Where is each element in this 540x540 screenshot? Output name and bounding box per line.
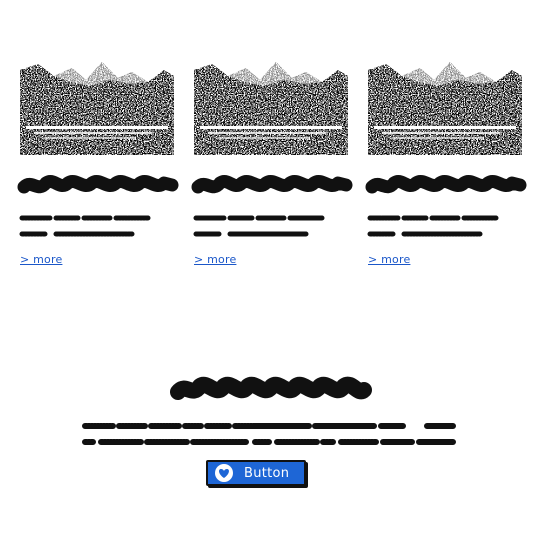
card-title-scribble — [191, 175, 353, 194]
card-title-scribble — [17, 175, 179, 194]
hero-text-scribble — [82, 423, 456, 429]
content-card: > more — [365, 58, 527, 267]
heart-icon — [214, 463, 234, 483]
primary-button[interactable]: Button — [206, 460, 306, 486]
card-thumbnail-image — [20, 58, 174, 155]
hero-title-scribble — [170, 376, 372, 400]
more-link[interactable]: > more — [194, 253, 236, 266]
button-label: Button — [244, 465, 290, 481]
card-text-scribble — [19, 231, 135, 237]
card-thumbnail-image — [368, 58, 522, 155]
card-text-scribble — [193, 231, 309, 237]
card-text-scribble — [193, 215, 325, 221]
hero-text-scribble — [82, 439, 456, 445]
content-card: > more — [17, 58, 179, 267]
card-text-scribble — [367, 231, 483, 237]
more-link[interactable]: > more — [368, 253, 410, 266]
card-title-scribble — [365, 175, 527, 194]
card-text-scribble — [19, 215, 151, 221]
card-thumbnail-image — [194, 58, 348, 155]
card-text-scribble — [367, 215, 499, 221]
more-link[interactable]: > more — [20, 253, 62, 266]
hero-section — [0, 372, 540, 448]
content-card: > more — [191, 58, 353, 267]
page: > more > more > more Button — [0, 0, 540, 540]
